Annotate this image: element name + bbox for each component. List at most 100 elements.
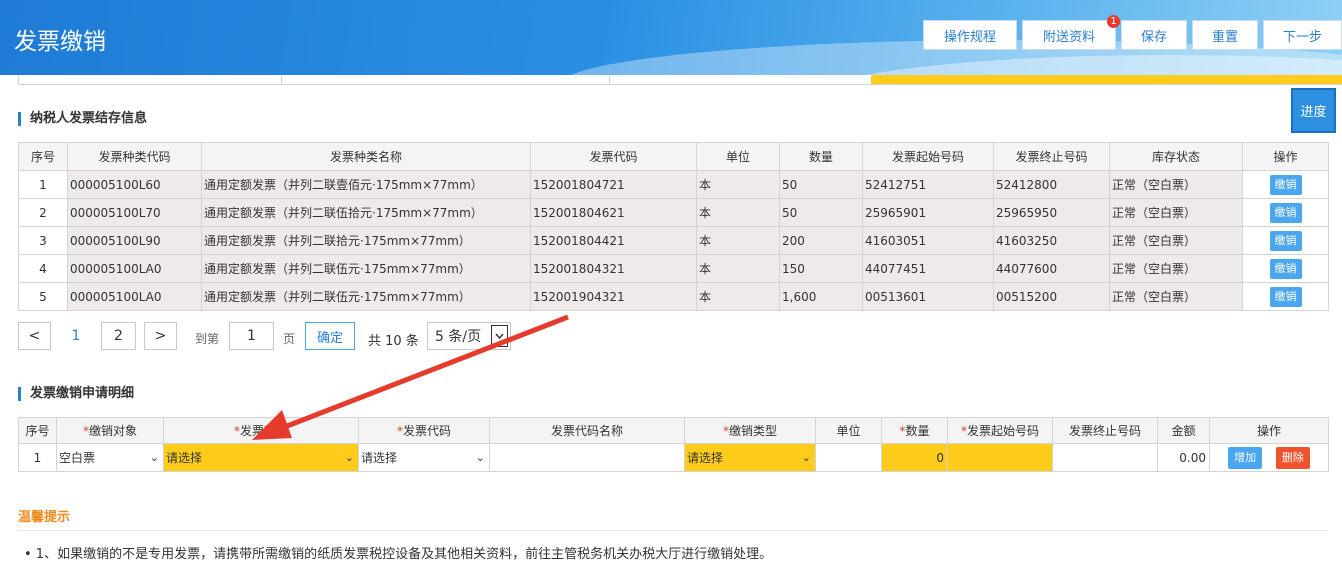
row-qty: 200 xyxy=(779,226,863,255)
row-end-no: 44077600 xyxy=(993,254,1110,283)
col-code: 发票代码 xyxy=(530,142,697,171)
row-qty: 150 xyxy=(779,254,863,283)
attach-documents-button[interactable]: 附送资料 xyxy=(1022,20,1116,50)
amount-field: 0.00 xyxy=(1157,443,1210,472)
qty-input[interactable]: 0 xyxy=(881,443,948,472)
row-qty: 50 xyxy=(779,198,863,227)
col-op: 操作 xyxy=(1209,417,1329,444)
row-qty: 1,600 xyxy=(779,282,863,311)
stock-section-title: 纳税人发票结存信息 xyxy=(18,112,147,126)
end-no-input[interactable] xyxy=(1052,443,1158,472)
page-1-link[interactable]: 1 xyxy=(61,322,91,350)
col-type-code: 发票种类代码 xyxy=(67,142,202,171)
row-type-name: 通用定额发票（并列二联伍元·175mm×77mm） xyxy=(201,282,531,311)
row-qty: 50 xyxy=(779,170,863,199)
col-end-no: 发票终止号码 xyxy=(993,142,1110,171)
row-status: 正常（空白票） xyxy=(1109,254,1243,283)
col-end-no: 发票终止号码 xyxy=(1052,417,1158,444)
col-qty: 数量 xyxy=(779,142,863,171)
row-start-no: 52412751 xyxy=(862,170,994,199)
row-type-code: 000005100L60 xyxy=(67,170,202,199)
cancel-invoice-button[interactable]: 缴销 xyxy=(1269,202,1302,223)
apply-table-header: 序号 *缴销对象 *发票种类 *发票代码 发票代码名称 *缴销类型 单位 *数量… xyxy=(18,417,1329,444)
col-start-no: *发票起始号码 xyxy=(947,417,1053,444)
target-select[interactable]: 空白票 ⌄ xyxy=(56,443,164,472)
chevron-down-icon xyxy=(491,325,508,347)
col-target: *缴销对象 xyxy=(56,417,164,444)
page-size-value: 5 条/页 xyxy=(435,329,482,345)
operation-rules-button[interactable]: 操作规程 xyxy=(923,20,1017,50)
prev-page-button[interactable]: < xyxy=(18,322,51,350)
cancel-invoice-button[interactable]: 缴销 xyxy=(1269,174,1302,195)
save-button[interactable]: 保存 xyxy=(1121,20,1187,50)
row-op-cell: 增加 删除 xyxy=(1209,443,1329,472)
page-size-select[interactable]: 5 条/页 xyxy=(427,322,511,350)
row-no: 4 xyxy=(18,254,68,283)
row-code: 152001804721 xyxy=(530,170,697,199)
row-unit: 本 xyxy=(696,226,780,255)
row-end-no: 00515200 xyxy=(993,282,1110,311)
row-status: 正常（空白票） xyxy=(1109,282,1243,311)
cancel-type-select[interactable]: 请选择 ⌄ xyxy=(684,443,816,472)
col-qty: *数量 xyxy=(881,417,948,444)
row-start-no: 25965901 xyxy=(862,198,994,227)
progress-button[interactable]: 进度 xyxy=(1291,88,1336,133)
page-title: 发票缴销 xyxy=(14,29,106,55)
next-page-button[interactable]: > xyxy=(144,322,177,350)
stock-table: 序号 发票种类代码 发票种类名称 发票代码 单位 数量 发票起始号码 发票终止号… xyxy=(18,142,1329,311)
row-status: 正常（空白票） xyxy=(1109,170,1243,199)
row-type-code: 000005100LA0 xyxy=(67,282,202,311)
row-no: 5 xyxy=(18,282,68,311)
cancel-invoice-button[interactable]: 缴销 xyxy=(1269,230,1302,251)
row-action-cell: 缴销 xyxy=(1242,198,1329,227)
delete-row-button[interactable]: 删除 xyxy=(1275,446,1310,469)
table-row: 1 000005100L60 通用定额发票（并列二联壹佰元·175mm×77mm… xyxy=(18,170,1329,199)
col-code-name: 发票代码名称 xyxy=(489,417,685,444)
apply-section-title: 发票缴销申请明细 xyxy=(18,387,134,401)
col-unit: 单位 xyxy=(815,417,882,444)
col-start-no: 发票起始号码 xyxy=(862,142,994,171)
start-no-input[interactable] xyxy=(947,443,1053,472)
row-no: 3 xyxy=(18,226,68,255)
page-2-link[interactable]: 2 xyxy=(101,322,136,350)
col-no: 序号 xyxy=(18,142,68,171)
row-action-cell: 缴销 xyxy=(1242,254,1329,283)
next-step-button[interactable]: 下一步 xyxy=(1263,20,1342,50)
table-row: 2 000005100L70 通用定额发票（并列二联伍拾元·175mm×77mm… xyxy=(18,198,1329,227)
row-end-no: 25965950 xyxy=(993,198,1110,227)
row-type-code: 000005100LA0 xyxy=(67,254,202,283)
row-start-no: 44077451 xyxy=(862,254,994,283)
row-status: 正常（空白票） xyxy=(1109,198,1243,227)
row-type-name: 通用定额发票（并列二联拾元·175mm×77mm） xyxy=(201,226,531,255)
row-code: 152001904321 xyxy=(530,282,697,311)
row-no: 2 xyxy=(18,198,68,227)
goto-page-input[interactable]: 1 xyxy=(229,322,274,350)
row-status: 正常（空白票） xyxy=(1109,226,1243,255)
cancel-invoice-button[interactable]: 缴销 xyxy=(1269,258,1302,279)
apply-row-no: 1 xyxy=(18,443,57,472)
total-count: 共 10 条 xyxy=(368,334,419,349)
invoice-type-select[interactable]: 请选择 ⌄ xyxy=(163,443,359,472)
row-action-cell: 缴销 xyxy=(1242,282,1329,311)
divider xyxy=(18,530,1328,531)
add-row-button[interactable]: 增加 xyxy=(1228,446,1263,469)
invoice-code-select[interactable]: 请选择 ⌄ xyxy=(358,443,490,472)
row-end-no: 52412800 xyxy=(993,170,1110,199)
col-action: 操作 xyxy=(1242,142,1329,171)
chevron-down-icon: ⌄ xyxy=(801,451,811,464)
page-unit-label: 页 xyxy=(283,332,296,346)
goto-label: 到第 xyxy=(195,332,220,346)
apply-table: 序号 *缴销对象 *发票种类 *发票代码 发票代码名称 *缴销类型 单位 *数量… xyxy=(18,417,1329,472)
goto-confirm-button[interactable]: 确定 xyxy=(305,322,355,350)
row-start-no: 00513601 xyxy=(862,282,994,311)
row-type-name: 通用定额发票（并列二联伍拾元·175mm×77mm） xyxy=(201,198,531,227)
chevron-down-icon: ⌄ xyxy=(475,451,485,464)
code-name-field[interactable] xyxy=(489,443,685,472)
tip-item: • 1、如果缴销的不是专用发票，请携带所需缴销的纸质发票税控设备及其他相关资料，… xyxy=(24,547,773,562)
col-code: *发票代码 xyxy=(358,417,490,444)
reset-button[interactable]: 重置 xyxy=(1192,20,1258,50)
stock-table-header: 序号 发票种类代码 发票种类名称 发票代码 单位 数量 发票起始号码 发票终止号… xyxy=(18,142,1329,171)
table-row: 4 000005100LA0 通用定额发票（并列二联伍元·175mm×77mm）… xyxy=(18,254,1329,283)
cancel-invoice-button[interactable]: 缴销 xyxy=(1269,286,1302,307)
col-cancel-type: *缴销类型 xyxy=(684,417,816,444)
